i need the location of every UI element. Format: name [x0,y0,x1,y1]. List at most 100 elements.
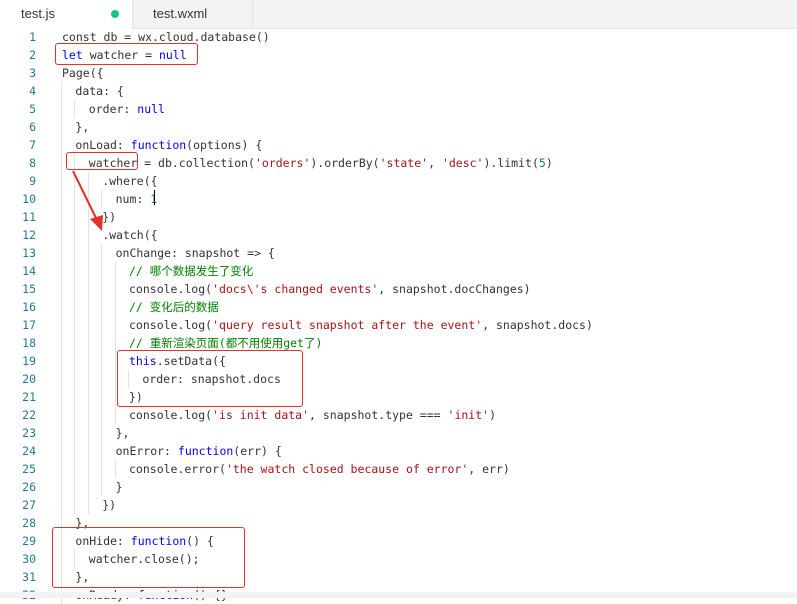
code-line[interactable]: 17 console.log('query result snapshot aft… [0,316,797,334]
line-number: 27 [22,498,36,512]
editor-tab-bar: test.js test.wxml [0,0,797,29]
code-token: 'orders' [254,156,311,170]
code-line[interactable]: 11}) [0,208,797,226]
code-text: console.log('docs\'s changed events', sn… [129,280,531,298]
code-token: } [115,480,123,494]
code-token: onLoad: [75,138,131,152]
indent-guide [74,496,76,514]
indent-guide [87,316,89,334]
code-text: onChange: snapshot => { [116,244,275,262]
line-number: 21 [22,390,36,404]
indent-guide [74,424,76,442]
code-line[interactable]: 24 onError: function(err) { [0,442,797,460]
code-token: // 变化后的数据 [129,300,219,314]
code-line[interactable]: 22 console.log('is init data', snapshot.t… [0,406,797,424]
indent-guide [61,334,62,352]
line-number: 24 [22,444,36,458]
line-number: 2 [29,48,36,62]
indent-guide [61,406,62,424]
indent-guide [61,442,62,460]
indent-guide [74,316,76,334]
tab-test-wxml[interactable]: test.wxml [133,0,253,28]
indent-guide [87,352,89,370]
indent-guide [61,370,62,388]
indent-guide [87,262,89,280]
line-number: 14 [22,264,36,278]
code-line[interactable]: 26} [0,478,797,496]
code-token: function [130,138,187,152]
code-line[interactable]: 25 console.error('the watch closed becaus… [0,460,797,478]
code-token: 'query result snapshot after the event' [212,318,483,332]
indent-guide [101,352,103,370]
code-line[interactable]: 9 .where({ [0,172,797,190]
code-text: console.log('is init data', snapshot.typ… [129,406,496,424]
horizontal-scrollbar[interactable] [0,592,797,598]
indent-guide [61,388,62,406]
line-number: 18 [22,336,36,350]
indent-guide [87,298,89,316]
code-line[interactable]: 12 .watch({ [0,226,797,244]
indent-guide [74,406,76,424]
indent-guide [74,460,76,478]
indent-guide [87,442,89,460]
code-text: num: 1 [116,190,158,208]
indent-guide [61,244,62,262]
indent-guide [74,100,76,118]
code-line[interactable]: 16 // 变化后的数据 [0,298,797,316]
indent-guide [114,460,116,478]
indent-guide [61,478,62,496]
indent-guide [87,244,89,262]
annotation-arrow [72,170,103,231]
code-line[interactable]: 5 order: null [0,100,797,118]
indent-guide [61,136,62,154]
code-line[interactable]: 15 console.log('docs\'s changed events', … [0,280,797,298]
indent-guide [61,316,62,334]
indent-guide [87,406,89,424]
code-text: .watch({ [102,226,157,244]
code-token: 'desc' [441,156,484,170]
indent-guide [101,334,103,352]
code-editor[interactable]: 1 const db = wx.cloud.database() 2 let watc… [0,28,797,604]
indent-guide [74,244,76,262]
indent-guide [87,424,89,442]
indent-guide [114,352,116,370]
code-token: 'the watch closed because of error' [225,462,469,476]
code-token: console.log( [129,282,213,296]
tab-test-js[interactable]: test.js [0,0,133,29]
indent-guide [61,496,62,514]
code-token: .where({ [102,174,158,188]
indent-guide [74,442,76,460]
code-token: // 重新渲染页面(都不用使用get了) [129,336,323,350]
code-line[interactable]: 14 // 哪个数据发生了变化 [0,262,797,280]
line-number: 20 [22,372,36,386]
line-number: 26 [22,480,36,494]
indent-guide [101,280,103,298]
line-number: 5 [29,102,36,116]
code-token: ) [489,408,496,422]
indent-guide [74,334,76,352]
indent-guide [61,298,62,316]
code-token: function [177,444,234,458]
code-line[interactable]: 3 Page({ [0,64,797,82]
code-line[interactable]: 4 data: { [0,82,797,100]
indent-guide [87,460,89,478]
indent-guide [101,388,103,406]
indent-guide [114,370,116,388]
line-number: 6 [29,120,36,134]
line-number: 10 [22,192,36,206]
indent-guide [87,388,89,406]
code-line[interactable]: 13 onChange: snapshot => { [0,244,797,262]
line-number: 16 [22,300,36,314]
indent-guide [61,460,62,478]
code-line[interactable]: 6}, [0,118,797,136]
code-line[interactable]: 27}) [0,496,797,514]
code-token: // 哪个数据发生了变化 [129,264,254,278]
indent-guide [74,280,76,298]
line-number: 28 [22,516,36,530]
code-text: .where({ [102,172,157,190]
indent-guide [74,478,76,496]
code-token: onChange: snapshot => { [115,246,275,260]
code-line[interactable]: 10 num: 1 [0,190,797,208]
code-line[interactable]: 23}, [0,424,797,442]
code-token: ).limit( [483,156,539,170]
